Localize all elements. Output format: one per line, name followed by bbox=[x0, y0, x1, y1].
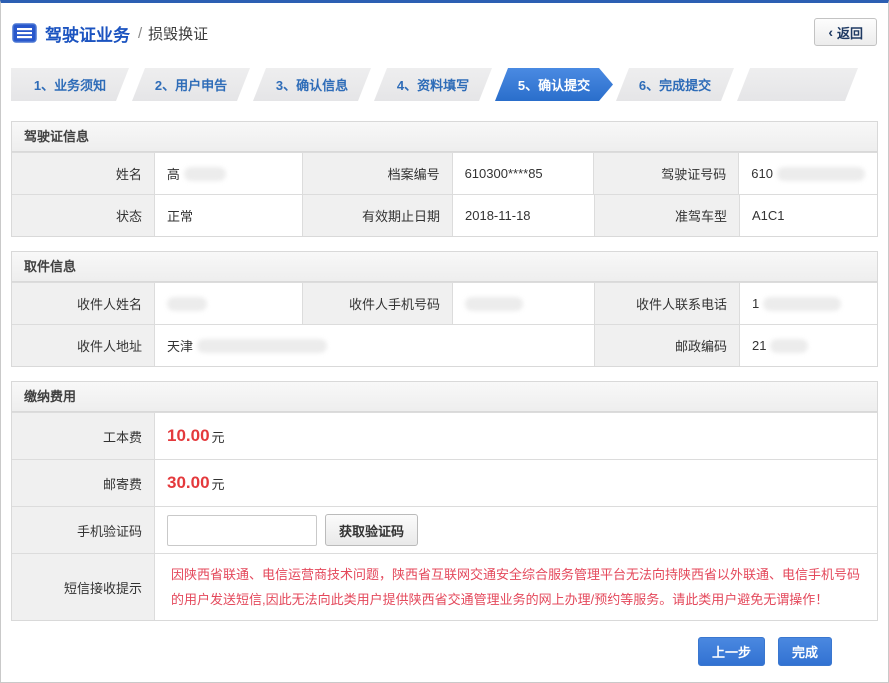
postage-fee-amount: 30.00 bbox=[167, 473, 210, 493]
step-1-business-notice[interactable]: 1、业务须知 bbox=[11, 68, 129, 101]
table-row: 状态 正常 有效期止日期 2018-11-18 准驾车型 A1C1 bbox=[12, 194, 877, 236]
license-card-icon bbox=[12, 23, 37, 43]
back-button-label: 返回 bbox=[837, 23, 863, 42]
chevron-left-icon: ‹ bbox=[828, 24, 833, 40]
field-label-postage-fee: 邮寄费 bbox=[12, 460, 154, 506]
field-value-status: 正常 bbox=[154, 195, 302, 236]
field-value-file-number: 610300****85 bbox=[452, 153, 594, 194]
step-wizard: 1、业务须知 2、用户申告 3、确认信息 4、资料填写 5、确认提交 6、完成提… bbox=[11, 68, 878, 101]
fees-section: 缴纳费用 工本费 10.00 元 邮寄费 30.00 元 手机验证码 获取验证码… bbox=[11, 381, 878, 621]
fee-unit: 元 bbox=[212, 427, 225, 446]
field-value-recipient-phone: 1 bbox=[739, 283, 877, 324]
field-label-status: 状态 bbox=[12, 195, 154, 236]
step-2-user-declaration[interactable]: 2、用户申告 bbox=[132, 68, 250, 101]
fees-section-title: 缴纳费用 bbox=[12, 382, 877, 412]
field-label-name: 姓名 bbox=[12, 153, 154, 194]
license-info-section: 驾驶证信息 姓名 高 档案编号 610300****85 驾驶证号码 610 状… bbox=[11, 121, 878, 237]
field-value-recipient-mobile bbox=[452, 283, 594, 324]
field-value-recipient-address: 天津 bbox=[154, 325, 594, 366]
table-row: 短信接收提示 因陕西省联通、电信运营商技术问题，陕西省互联网交通安全综合服务管理… bbox=[12, 553, 877, 620]
field-label-sms-notice: 短信接收提示 bbox=[12, 554, 154, 620]
get-sms-code-button[interactable]: 获取验证码 bbox=[325, 514, 418, 546]
step-4-fill-data[interactable]: 4、资料填写 bbox=[374, 68, 492, 101]
title-divider: / bbox=[138, 25, 142, 42]
footer-actions: 上一步 完成 bbox=[1, 635, 888, 666]
field-value-sms-notice: 因陕西省联通、电信运营商技术问题，陕西省互联网交通安全综合服务管理平台无法向持陕… bbox=[154, 554, 877, 620]
redaction-blur bbox=[777, 167, 865, 181]
table-row: 工本费 10.00 元 bbox=[12, 412, 877, 459]
field-label-production-fee: 工本费 bbox=[12, 413, 154, 459]
field-value-expiry-date: 2018-11-18 bbox=[452, 195, 594, 236]
redaction-blur bbox=[770, 339, 808, 353]
redaction-blur bbox=[184, 167, 226, 181]
page-header: 驾驶证业务 / 损毁换证 ‹ 返回 bbox=[1, 3, 888, 63]
table-row: 姓名 高 档案编号 610300****85 驾驶证号码 610 bbox=[12, 152, 877, 194]
field-value-license-number: 610 bbox=[738, 153, 877, 194]
previous-step-button[interactable]: 上一步 bbox=[698, 637, 765, 666]
field-value-sms-code: 获取验证码 bbox=[154, 507, 877, 553]
step-6-complete-submit[interactable]: 6、完成提交 bbox=[616, 68, 734, 101]
page-title: 驾驶证业务 bbox=[45, 21, 130, 46]
field-label-vehicle-class: 准驾车型 bbox=[594, 195, 739, 236]
field-value-production-fee: 10.00 元 bbox=[154, 413, 877, 459]
field-label-file-number: 档案编号 bbox=[302, 153, 452, 194]
table-row: 收件人姓名 收件人手机号码 收件人联系电话 1 bbox=[12, 282, 877, 324]
production-fee-amount: 10.00 bbox=[167, 426, 210, 446]
page-panel: 驾驶证业务 / 损毁换证 ‹ 返回 1、业务须知 2、用户申告 3、确认信息 4… bbox=[0, 0, 889, 683]
field-label-postal-code: 邮政编码 bbox=[594, 325, 739, 366]
step-3-confirm-info[interactable]: 3、确认信息 bbox=[253, 68, 371, 101]
table-row: 邮寄费 30.00 元 bbox=[12, 459, 877, 506]
field-value-postage-fee: 30.00 元 bbox=[154, 460, 877, 506]
finish-button[interactable]: 完成 bbox=[778, 637, 832, 666]
field-label-recipient-phone: 收件人联系电话 bbox=[594, 283, 739, 324]
redaction-blur bbox=[465, 297, 523, 311]
field-label-recipient-name: 收件人姓名 bbox=[12, 283, 154, 324]
sms-notice-text: 因陕西省联通、电信运营商技术问题，陕西省互联网交通安全综合服务管理平台无法向持陕… bbox=[167, 554, 865, 620]
field-label-recipient-address: 收件人地址 bbox=[12, 325, 154, 366]
back-button[interactable]: ‹ 返回 bbox=[814, 18, 877, 46]
field-label-recipient-mobile: 收件人手机号码 bbox=[302, 283, 452, 324]
pickup-info-section: 取件信息 收件人姓名 收件人手机号码 收件人联系电话 1 收件人地址 天津 邮政… bbox=[11, 251, 878, 367]
field-label-sms-code: 手机验证码 bbox=[12, 507, 154, 553]
step-5-confirm-submit[interactable]: 5、确认提交 bbox=[495, 68, 613, 101]
table-row: 收件人地址 天津 邮政编码 21 bbox=[12, 324, 877, 366]
sms-code-input[interactable] bbox=[167, 515, 317, 546]
field-label-license-number: 驾驶证号码 bbox=[593, 153, 738, 194]
license-section-title: 驾驶证信息 bbox=[12, 122, 877, 152]
step-track-filler bbox=[737, 68, 858, 101]
field-label-expiry-date: 有效期止日期 bbox=[302, 195, 452, 236]
redaction-blur bbox=[197, 339, 327, 353]
redaction-blur bbox=[763, 297, 841, 311]
page-subtitle: 损毁换证 bbox=[148, 23, 208, 44]
pickup-section-title: 取件信息 bbox=[12, 252, 877, 282]
redaction-blur bbox=[167, 297, 207, 311]
field-value-postal-code: 21 bbox=[739, 325, 877, 366]
table-row: 手机验证码 获取验证码 bbox=[12, 506, 877, 553]
field-value-name: 高 bbox=[154, 153, 302, 194]
fee-unit: 元 bbox=[212, 474, 225, 493]
field-value-vehicle-class: A1C1 bbox=[739, 195, 877, 236]
field-value-recipient-name bbox=[154, 283, 302, 324]
